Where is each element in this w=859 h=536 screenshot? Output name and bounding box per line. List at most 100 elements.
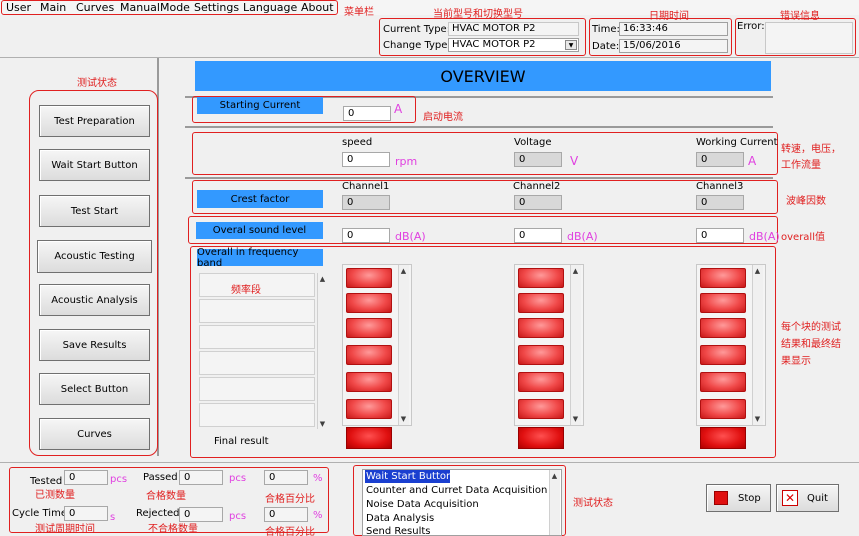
overall-channel3-value: 0	[696, 228, 744, 243]
overall-channel2-value: 0	[514, 228, 562, 243]
led-indicator	[346, 399, 392, 419]
overall-unit-1: dB(A)	[395, 230, 426, 243]
speed-value: 0	[342, 152, 390, 167]
band-annotation: 频率段	[231, 285, 261, 296]
led-indicator	[700, 372, 746, 392]
overall-unit-2: dB(A)	[567, 230, 598, 243]
result-annotation-2: 结果和最终结	[781, 339, 841, 350]
status-item[interactable]: Noise Data Acquisition	[366, 499, 479, 511]
working-current-value: 0	[696, 152, 744, 167]
band-cell	[199, 377, 315, 401]
band-cell	[199, 403, 315, 427]
quit-label: Quit	[807, 492, 828, 504]
led-indicator	[518, 318, 564, 338]
led-indicator	[518, 345, 564, 365]
status-item-selected[interactable]: Wait Start Button	[366, 471, 452, 483]
menubar-annotation: 菜单栏	[344, 7, 374, 18]
cycle-time-value: 0	[64, 506, 108, 521]
acoustic-analysis-button[interactable]: Acoustic Analysis	[39, 284, 150, 316]
divider	[185, 177, 773, 179]
scroll-up-icon[interactable]: ▲	[398, 267, 409, 275]
status-annotation: 测试状态	[573, 498, 613, 509]
passed-unit: pcs	[229, 473, 247, 484]
curves-button[interactable]: Curves	[39, 418, 150, 450]
scroll-up-icon[interactable]: ▲	[570, 267, 581, 275]
cycle-time-label: Cycle Time	[12, 508, 67, 519]
starting-current-label: Starting Current	[197, 97, 323, 114]
led-indicator	[346, 268, 392, 288]
crest-channel1-value: 0	[342, 195, 390, 210]
reject-percent-annotation: 合格百分比	[265, 527, 315, 536]
status-item[interactable]: Send Results	[366, 526, 430, 536]
overall-channel1-value: 0	[342, 228, 390, 243]
scroll-up-icon[interactable]: ▲	[317, 275, 328, 283]
select-button[interactable]: Select Button	[39, 373, 150, 405]
menubar-annotation-box	[1, 0, 338, 15]
scroll-up-icon[interactable]: ▲	[549, 472, 560, 480]
wait-start-button[interactable]: Wait Start Button	[39, 149, 150, 181]
channel2-label: Channel2	[513, 181, 561, 192]
error-label: Error:	[737, 21, 765, 32]
tested-unit: pcs	[110, 474, 128, 485]
scroll-up-icon[interactable]: ▲	[752, 267, 763, 275]
led-indicator	[346, 372, 392, 392]
led-indicator	[700, 345, 746, 365]
stop-button[interactable]: Stop	[706, 484, 771, 512]
final-result-label: Final result	[214, 436, 269, 447]
speed-unit: rpm	[395, 155, 418, 168]
voltage-label: Voltage	[514, 137, 552, 148]
overall-sound-label: Overal sound level	[196, 222, 323, 239]
working-current-unit: A	[748, 154, 757, 168]
speed-annotation-box	[192, 132, 778, 175]
channel1-label: Channel1	[342, 181, 390, 192]
crest-annotation: 波峰因数	[786, 196, 826, 207]
overview-title: OVERVIEW	[195, 61, 771, 91]
acoustic-testing-button[interactable]: Acoustic Testing	[37, 240, 152, 273]
starting-current-unit: A	[394, 102, 403, 116]
led-indicator	[346, 345, 392, 365]
error-field	[765, 22, 853, 54]
quit-button[interactable]: ✕ Quit	[776, 484, 839, 512]
test-preparation-button[interactable]: Test Preparation	[39, 105, 150, 137]
start-current-annotation: 启动电流	[423, 112, 463, 123]
chevron-down-icon[interactable]: ▼	[565, 40, 577, 50]
led-scrollbar-2[interactable]	[570, 265, 581, 425]
pass-percent-annotation: 合格百分比	[265, 494, 315, 505]
change-type-select[interactable]: HVAC MOTOR P2 ▼	[448, 38, 579, 52]
close-icon: ✕	[782, 490, 798, 506]
passed-value: 0	[179, 470, 223, 485]
cycle-time-unit: s	[110, 512, 116, 523]
channel3-label: Channel3	[696, 181, 744, 192]
led-indicator	[346, 318, 392, 338]
led-indicator	[518, 372, 564, 392]
band-cell	[199, 299, 315, 323]
voltage-unit: V	[570, 154, 579, 168]
status-item[interactable]: Counter and Curret Data Acquisition	[366, 485, 547, 497]
pass-percent-value: 0	[264, 470, 308, 485]
led-scrollbar-1[interactable]	[398, 265, 409, 425]
band-scrollbar[interactable]	[317, 273, 328, 429]
current-type-field: HVAC MOTOR P2	[448, 22, 579, 36]
voltage-value: 0	[514, 152, 562, 167]
led-indicator	[700, 318, 746, 338]
band-cell	[199, 325, 315, 349]
working-current-label: Working Current	[696, 137, 778, 148]
tested-annotation: 已测数量	[35, 490, 75, 501]
status-item[interactable]: Data Analysis	[366, 513, 434, 525]
save-results-button[interactable]: Save Results	[39, 329, 150, 361]
stop-icon	[714, 491, 728, 505]
scroll-down-icon[interactable]: ▼	[752, 415, 763, 423]
test-start-button[interactable]: Test Start	[39, 195, 150, 227]
scroll-down-icon[interactable]: ▼	[317, 420, 328, 428]
passed-annotation: 合格数量	[146, 491, 186, 502]
result-annotation-3: 果显示	[781, 356, 811, 367]
led-indicator	[700, 399, 746, 419]
reject-percent-unit: %	[313, 510, 323, 521]
final-result-led-2	[518, 427, 564, 449]
rejected-unit: pcs	[229, 511, 247, 522]
speed-annotation-2: 工作流量	[781, 160, 821, 171]
final-result-led-1	[346, 427, 392, 449]
scroll-down-icon[interactable]: ▼	[398, 415, 409, 423]
scroll-down-icon[interactable]: ▼	[570, 415, 581, 423]
led-scrollbar-3[interactable]	[752, 265, 763, 425]
